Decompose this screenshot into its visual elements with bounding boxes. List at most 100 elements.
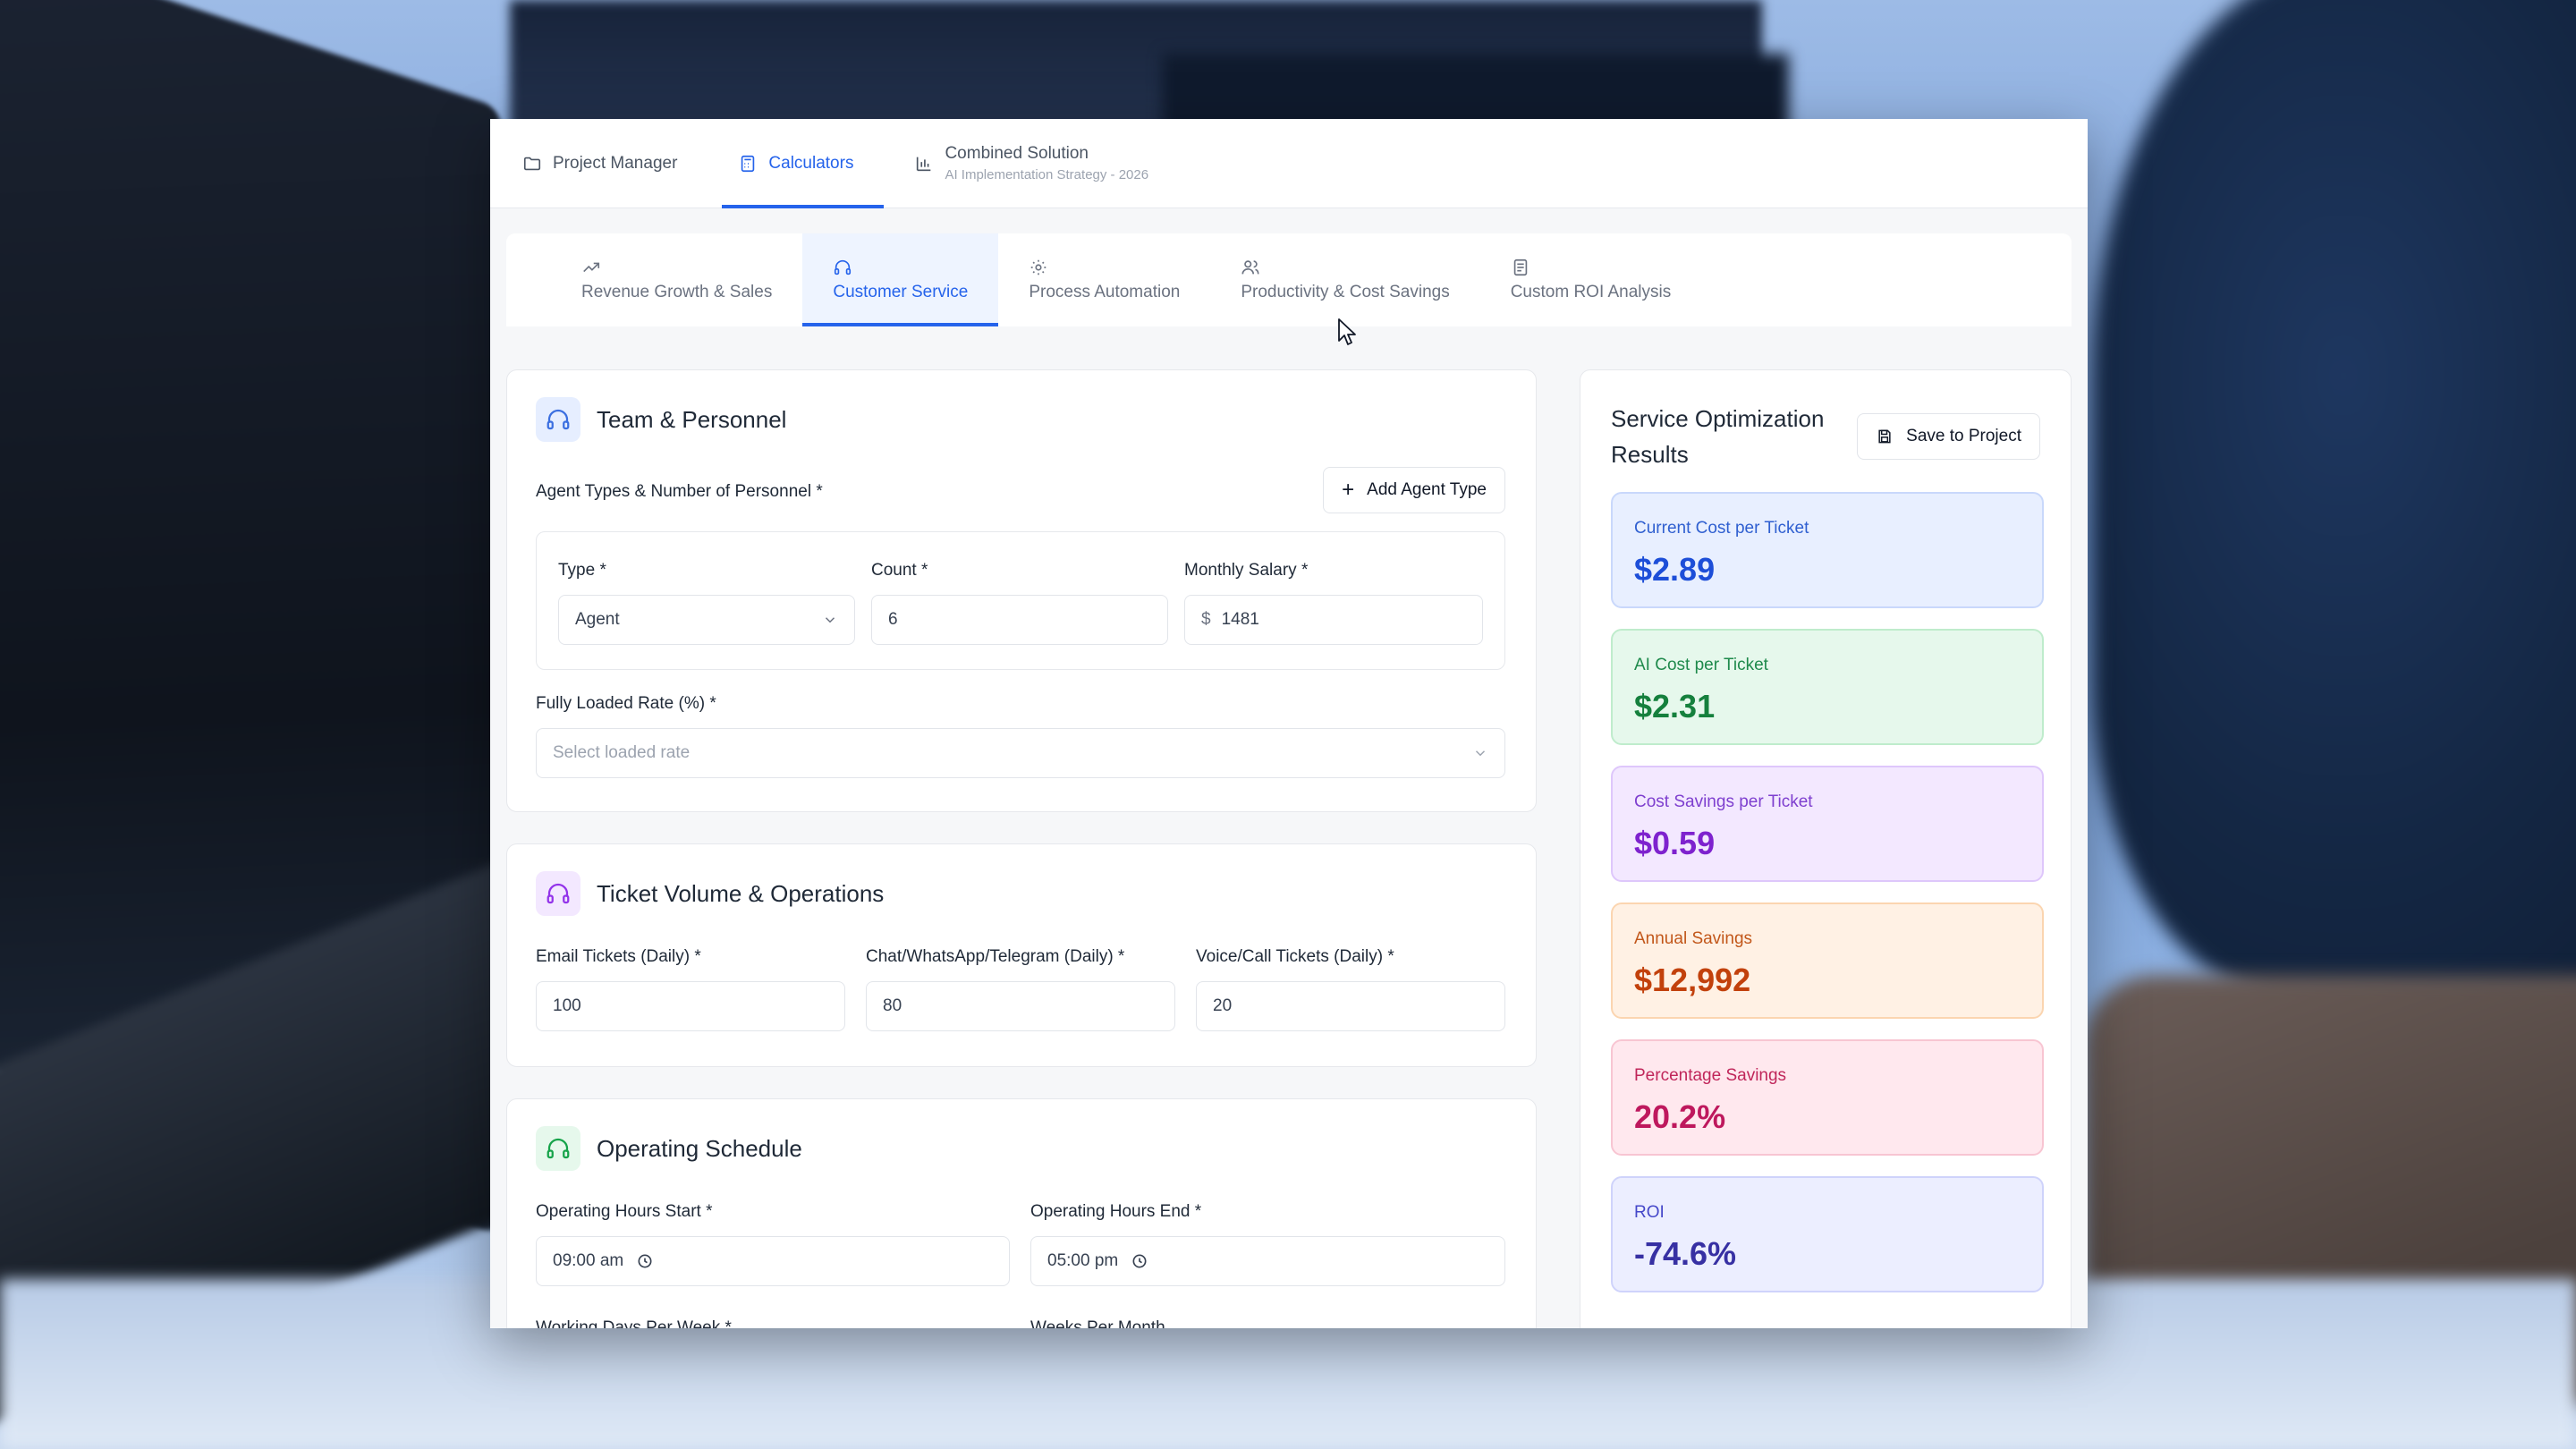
results-title-line2: Results: [1611, 441, 1689, 468]
email-tickets-label: Email Tickets (Daily) *: [536, 947, 701, 966]
agent-types-label: Agent Types & Number of Personnel *: [536, 482, 823, 501]
result-cost-savings: Cost Savings per Ticket $0.59: [1611, 766, 2044, 882]
loaded-rate-select[interactable]: Select loaded rate: [536, 728, 1505, 778]
team-personnel-card: Team & Personnel Agent Types & Number of…: [506, 369, 1537, 812]
nav-combined-title: Combined Solution: [945, 144, 1089, 163]
monthly-salary-input[interactable]: $ 1481: [1184, 595, 1483, 645]
hours-end-input[interactable]: 05:00 pm: [1030, 1236, 1505, 1286]
tab-customer-service-label: Customer Service: [833, 283, 969, 301]
chevron-down-icon: [1475, 750, 1486, 757]
type-label: Type *: [558, 561, 606, 580]
trend-up-icon: [583, 262, 600, 273]
monthly-salary-value: 1481: [1221, 610, 1259, 629]
nav-calculators-label: Calculators: [768, 153, 854, 173]
tab-productivity[interactable]: Productivity & Cost Savings: [1210, 233, 1479, 326]
headphones-icon: [835, 259, 852, 275]
tab-revenue-growth-label: Revenue Growth & Sales: [581, 283, 773, 301]
count-input[interactable]: 6: [871, 595, 1168, 645]
results-title: Service Optimization Results: [1611, 401, 1824, 472]
nav-project-manager-label: Project Manager: [553, 153, 678, 173]
tab-productivity-label: Productivity & Cost Savings: [1241, 283, 1450, 301]
nav-combined-solution[interactable]: Combined Solution AI Implementation Stra…: [914, 119, 1179, 208]
result-label: Annual Savings: [1634, 929, 1753, 948]
mouse-cursor-icon: [1338, 318, 1356, 345]
tab-revenue-growth[interactable]: Revenue Growth & Sales: [560, 233, 802, 326]
main-content: Team & Personnel Agent Types & Number of…: [506, 369, 2072, 1328]
results-panel: Service Optimization Results Save to Pro…: [1580, 369, 2072, 1328]
save-to-project-label: Save to Project: [1906, 427, 2021, 445]
result-value: $2.89: [1634, 551, 1716, 588]
schedule-card-title: Operating Schedule: [597, 1134, 802, 1162]
hours-end-value: 05:00 pm: [1047, 1251, 1119, 1270]
calculator-tabs: Revenue Growth & Sales Customer Service …: [506, 233, 2072, 326]
chat-tickets-label: Chat/WhatsApp/Telegram (Daily) *: [866, 947, 1125, 966]
count-label: Count *: [871, 561, 928, 580]
nav-combined-subtitle: AI Implementation Strategy - 2026: [945, 167, 1149, 182]
plus-icon: +: [1342, 478, 1355, 502]
calculator-icon: [741, 155, 755, 172]
result-current-cost: Current Cost per Ticket $2.89: [1611, 492, 2044, 608]
loaded-rate-label: Fully Loaded Rate (%) *: [536, 694, 716, 713]
folder-icon: [523, 157, 541, 170]
add-agent-type-button[interactable]: + Add Agent Type: [1323, 467, 1505, 513]
loaded-rate-placeholder: Select loaded rate: [553, 743, 691, 762]
currency-prefix: $: [1201, 610, 1211, 629]
result-annual-savings: Annual Savings $12,992: [1611, 902, 2044, 1019]
headphones-icon: [536, 397, 580, 442]
hours-start-label: Operating Hours Start *: [536, 1202, 713, 1221]
email-tickets-value: 100: [553, 996, 581, 1015]
bar-chart-icon: [917, 157, 931, 171]
email-tickets-input[interactable]: 100: [536, 981, 845, 1031]
hours-start-value: 09:00 am: [553, 1251, 624, 1270]
voice-tickets-value: 20: [1213, 996, 1233, 1015]
agent-row: Type * Agent Count * 6 Monthly Salary * …: [536, 531, 1505, 670]
headphones-icon: [536, 871, 580, 916]
app-window: Project Manager Calculators Combined Sol…: [490, 119, 2088, 1328]
result-value: 20.2%: [1634, 1098, 1726, 1135]
tab-customer-service[interactable]: Customer Service: [802, 233, 999, 326]
results-title-line1: Service Optimization: [1611, 405, 1825, 432]
users-icon: [1241, 260, 1259, 275]
result-value: $2.31: [1634, 688, 1716, 724]
add-agent-type-label: Add Agent Type: [1367, 480, 1487, 499]
save-to-project-button[interactable]: Save to Project: [1857, 413, 2040, 460]
chat-tickets-value: 80: [883, 996, 902, 1015]
tab-process-automation-label: Process Automation: [1029, 283, 1181, 301]
result-value: $0.59: [1634, 825, 1716, 861]
weeks-per-month-label: Weeks Per Month: [1030, 1318, 1165, 1328]
top-navigation: Project Manager Calculators Combined Sol…: [490, 119, 2088, 208]
agent-type-select[interactable]: Agent: [558, 595, 855, 645]
agent-type-value: Agent: [575, 610, 620, 629]
headphones-icon: [536, 1126, 580, 1171]
result-value: $12,992: [1634, 962, 1751, 998]
chevron-down-icon: [825, 617, 835, 623]
chat-tickets-input[interactable]: 80: [866, 981, 1175, 1031]
ticket-card-title: Ticket Volume & Operations: [597, 879, 885, 907]
result-percentage-savings: Percentage Savings 20.2%: [1611, 1039, 2044, 1156]
result-label: Cost Savings per Ticket: [1634, 792, 1813, 811]
tab-custom-roi-label: Custom ROI Analysis: [1510, 283, 1672, 301]
nav-project-manager[interactable]: Project Manager: [522, 119, 708, 208]
clock-icon: [1132, 1254, 1147, 1268]
hours-end-label: Operating Hours End *: [1030, 1202, 1202, 1221]
voice-tickets-label: Voice/Call Tickets (Daily) *: [1196, 947, 1394, 966]
result-label: Current Cost per Ticket: [1634, 519, 1809, 538]
save-icon: [1878, 429, 1891, 444]
result-label: Percentage Savings: [1634, 1066, 1787, 1085]
tab-process-automation[interactable]: Process Automation: [998, 233, 1210, 326]
working-days-label: Working Days Per Week *: [536, 1318, 732, 1328]
result-value: -74.6%: [1634, 1235, 1737, 1272]
document-icon: [1513, 258, 1527, 276]
monthly-salary-label: Monthly Salary *: [1184, 561, 1309, 580]
nav-calculators[interactable]: Calculators: [722, 119, 885, 208]
gear-icon: [1031, 259, 1046, 275]
team-card-title: Team & Personnel: [597, 405, 787, 433]
result-ai-cost: AI Cost per Ticket $2.31: [1611, 629, 2044, 745]
result-label: ROI: [1634, 1203, 1665, 1222]
ticket-volume-card: Ticket Volume & Operations Email Tickets…: [506, 843, 1537, 1067]
tab-custom-roi[interactable]: Custom ROI Analysis: [1480, 233, 1702, 326]
hours-start-input[interactable]: 09:00 am: [536, 1236, 1010, 1286]
result-roi: ROI -74.6%: [1611, 1176, 2044, 1292]
result-label: AI Cost per Ticket: [1634, 656, 1768, 674]
voice-tickets-input[interactable]: 20: [1196, 981, 1505, 1031]
